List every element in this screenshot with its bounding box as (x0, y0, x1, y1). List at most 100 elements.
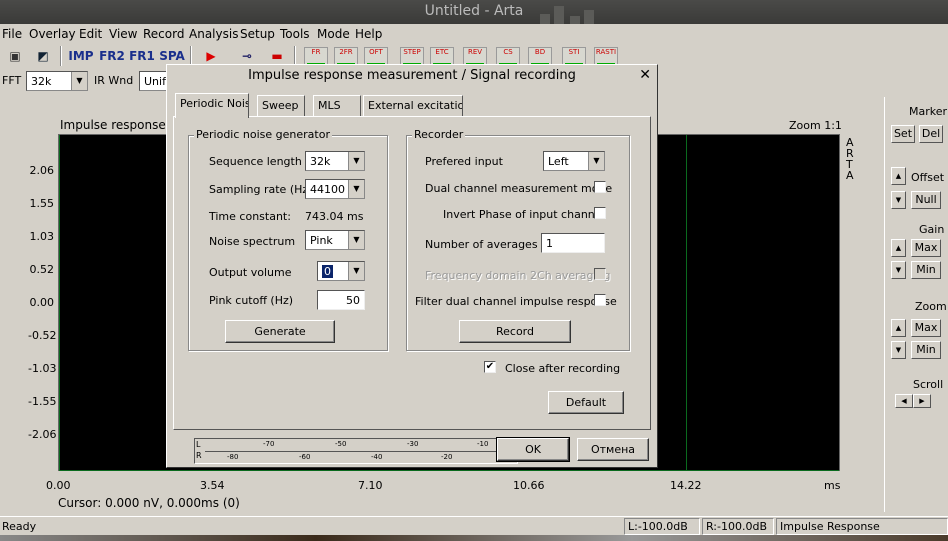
zoom-down-button[interactable]: ▼ (891, 341, 906, 359)
recorder-group: Recorder Prefered input Left ▼ Dual chann… (406, 128, 630, 351)
tab-external-excitation[interactable]: External excitation (363, 95, 463, 117)
cancel-button[interactable]: Отмена (577, 438, 649, 461)
y-tick-label: -1.55 (28, 395, 57, 408)
sequence-length-select[interactable]: 32k ▼ (305, 151, 365, 171)
meter-left-label: L (196, 440, 201, 449)
bd-icon[interactable]: BD (528, 47, 552, 65)
fr2-button[interactable]: FR2 (98, 46, 126, 66)
y-tick-label: 0.00 (29, 296, 55, 309)
generate-button[interactable]: Generate (225, 320, 335, 343)
fr-icon[interactable]: FR (304, 47, 328, 65)
offset-down-button[interactable]: ▼ (891, 191, 906, 209)
preferred-input-select[interactable]: Left ▼ (543, 151, 605, 171)
record-button[interactable]: Record (459, 320, 571, 343)
sti-icon[interactable]: STI (562, 47, 586, 65)
menu-analysis[interactable]: Analysis (189, 27, 238, 41)
imp-button[interactable]: IMP (66, 46, 96, 66)
time-constant-label: Time constant: (209, 210, 291, 223)
x-unit-label: ms (824, 479, 841, 492)
fr1-button[interactable]: FR1 (128, 46, 156, 66)
generator-icon[interactable]: ⊸ (234, 46, 260, 66)
cs-icon[interactable]: CS (496, 47, 520, 65)
y-tick-label: -2.06 (28, 428, 57, 441)
menu-tools[interactable]: Tools (280, 27, 310, 41)
default-button[interactable]: Default (548, 391, 624, 414)
dual-channel-checkbox[interactable] (594, 181, 606, 193)
scroll-label: Scroll (913, 378, 944, 391)
y-tick-label: 2.06 (29, 164, 55, 177)
marker-del-button[interactable]: Del (919, 125, 943, 143)
menu-edit[interactable]: Edit (79, 27, 102, 41)
close-after-checkbox[interactable]: ✔ (484, 361, 496, 373)
menu-record[interactable]: Record (143, 27, 184, 41)
rasti-icon[interactable]: RASTI (594, 47, 618, 65)
menu-overlay[interactable]: Overlay (29, 27, 76, 41)
offset-null-button[interactable]: Null (911, 191, 941, 209)
fft-select[interactable]: 32k ▼ (26, 71, 88, 91)
chevron-down-icon: ▼ (348, 180, 364, 198)
chevron-down-icon: ▼ (588, 152, 604, 170)
tab-mls[interactable]: MLS (313, 95, 361, 117)
record-icon[interactable]: ▬ (264, 46, 290, 66)
zoom-ratio: Zoom 1:1 (789, 119, 842, 132)
close-icon[interactable]: ✕ (639, 67, 651, 83)
zoom-up-button[interactable]: ▲ (891, 319, 906, 337)
fft-label: FFT (2, 74, 22, 87)
right-control-panel: Marker Set Del Offset ▲ ▼ Null Gain ▲ Ma… (884, 97, 948, 512)
ir-wnd-label: IR Wnd (94, 74, 134, 87)
level-meter: L R -70 -50 -30 -10 dB -80 -60 -40 -20 d… (194, 438, 518, 464)
meter-tick: -50 (335, 440, 347, 448)
tab-periodic-noise[interactable]: Periodic Noise (175, 93, 249, 118)
rev-icon[interactable]: REV (463, 47, 487, 65)
group-label: Recorder (412, 128, 466, 141)
number-of-averages-input[interactable]: 1 (541, 233, 605, 253)
menu-help[interactable]: Help (355, 27, 382, 41)
number-of-averages-label: Number of averages (425, 238, 538, 251)
sampling-rate-label: Sampling rate (Hz) (209, 183, 313, 196)
scroll-right-button[interactable]: ▶ (913, 394, 931, 408)
gain-min-button[interactable]: Min (911, 261, 941, 279)
scroll-left-button[interactable]: ◀ (895, 394, 913, 408)
gain-label: Gain (919, 223, 945, 236)
overlay-icon[interactable]: ◩ (30, 46, 56, 66)
time-constant-value: 743.04 ms (305, 210, 364, 223)
ir-wnd-select[interactable]: Unifo (139, 71, 173, 91)
gain-down-button[interactable]: ▼ (891, 261, 906, 279)
play-icon[interactable]: ▶ (198, 46, 224, 66)
menu-view[interactable]: View (109, 27, 137, 41)
dialog-title[interactable]: Impulse response measurement / Signal re… (167, 65, 657, 87)
zoom-label: Zoom (915, 300, 947, 313)
oft-icon[interactable]: OFT (364, 47, 388, 65)
filter-impulse-checkbox[interactable] (594, 294, 606, 306)
offset-up-button[interactable]: ▲ (891, 167, 906, 185)
open-icon[interactable]: ▣ (2, 46, 28, 66)
gain-up-button[interactable]: ▲ (891, 239, 906, 257)
sampling-rate-select[interactable]: 44100 ▼ (305, 179, 365, 199)
group-label: Periodic noise generator (194, 128, 332, 141)
zoom-max-button[interactable]: Max (911, 319, 941, 337)
ok-button[interactable]: OK (496, 437, 570, 462)
y-tick-label: 1.55 (29, 197, 55, 210)
meter-divider (205, 451, 505, 452)
toolbar-separator (294, 46, 296, 66)
status-right-level: R:-100.0dB (702, 518, 774, 535)
step-icon[interactable]: STEP (400, 47, 424, 65)
noise-spectrum-select[interactable]: Pink ▼ (305, 230, 365, 250)
2fr-icon[interactable]: 2FR (334, 47, 358, 65)
menu-setup[interactable]: Setup (240, 27, 275, 41)
invert-phase-checkbox[interactable] (594, 207, 606, 219)
meter-tick: -10 (477, 440, 489, 448)
tab-sweep[interactable]: Sweep (257, 95, 305, 117)
pink-cutoff-input[interactable]: 50 (317, 290, 365, 310)
menu-file[interactable]: File (2, 27, 22, 41)
menu-mode[interactable]: Mode (317, 27, 350, 41)
output-volume-label: Output volume (209, 266, 292, 279)
marker-set-button[interactable]: Set (891, 125, 915, 143)
output-volume-select[interactable]: 0 ▼ (317, 261, 365, 281)
etc-icon[interactable]: ETC (430, 47, 454, 65)
zoom-min-button[interactable]: Min (911, 341, 941, 359)
spa-button[interactable]: SPA (158, 46, 186, 66)
title-bar[interactable]: Untitled - Arta (0, 0, 948, 24)
status-left-level: L:-100.0dB (624, 518, 700, 535)
gain-max-button[interactable]: Max (911, 239, 941, 257)
